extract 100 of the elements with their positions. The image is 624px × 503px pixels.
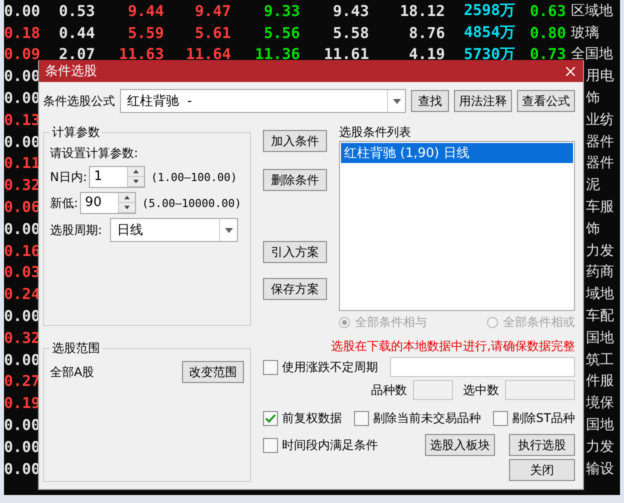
table-cell-text: 11.64 — [184, 45, 231, 64]
table-cell-text: 2598万 — [462, 1, 515, 20]
checkbox-label: 剔除ST品种 — [512, 410, 575, 426]
table-cell-text: 域地 — [586, 285, 615, 304]
toolbar-button[interactable]: 查找 — [411, 90, 449, 112]
spin-down-icon[interactable] — [119, 203, 136, 213]
caret-icon — [392, 98, 400, 104]
window-title: 条件选股 — [45, 63, 97, 80]
close-icon[interactable] — [566, 66, 575, 76]
list-item[interactable]: 红柱背驰 (1,90) 日线 — [341, 143, 573, 163]
table-cell-text: 区域地 — [571, 2, 614, 20]
range-hint: (5.00—10000.00) — [142, 196, 242, 210]
field-label: N日内: — [50, 168, 88, 186]
table-cell-text: 国地 — [586, 328, 615, 347]
table-cell: 0.16 — [4, 242, 40, 260]
table-cell-text: 5.58 — [332, 24, 369, 42]
table-cell-text: 9.43 — [332, 2, 369, 20]
table-cell-text: 4.19 — [408, 45, 445, 64]
table-cell-text: 9.44 — [126, 2, 164, 20]
list-title: 选股条件列表 — [339, 124, 412, 141]
table-cell-text: 泥 — [586, 176, 601, 194]
table-cell-text: 筑工 — [586, 350, 615, 369]
change-scope-button[interactable]: 改变范围 — [182, 361, 244, 383]
toolbar-button[interactable]: 查看公式 — [517, 90, 575, 112]
side-button[interactable]: 引入方案 — [263, 241, 327, 263]
table-cell-text: 饰 — [586, 89, 601, 108]
table-cell-text: 用电 — [586, 67, 615, 86]
action-button[interactable]: 选股入板块 — [425, 434, 495, 456]
table-cell: 0.13 — [4, 110, 40, 129]
group-title: 计算参数 — [51, 124, 101, 141]
radio-label: 全部条件相与 — [355, 314, 427, 331]
spin-up-icon[interactable] — [119, 193, 136, 203]
table-cell: 0.24 — [4, 285, 40, 304]
table-cell-text: 车配 — [586, 307, 615, 326]
count-label: 品种数 — [371, 382, 407, 398]
table-cell-text: 5.61 — [194, 24, 231, 42]
checkbox[interactable] — [354, 410, 369, 426]
table-cell-text: 9.33 — [262, 2, 300, 20]
table-cell-text: 力发 — [586, 242, 615, 260]
table-cell-text: 0.63 — [528, 2, 566, 20]
spin-down-icon[interactable] — [128, 177, 144, 187]
checkbox-label: 前复权数据 — [282, 410, 342, 426]
close-button[interactable]: 关闭 — [509, 459, 575, 481]
checkbox-label: 使用涨跌不定周期 — [282, 358, 378, 376]
checkbox-label: 时间段内满足条件 — [282, 436, 378, 454]
count-field — [413, 380, 453, 400]
table-cell: 0.03 — [4, 263, 40, 282]
side-button[interactable]: 加入条件 — [263, 130, 327, 152]
table-cell-text: 2.07 — [58, 45, 95, 64]
action-button[interactable]: 执行选股 — [509, 434, 575, 456]
table-cell: 0.27 — [4, 372, 40, 390]
number-field[interactable]: 90 — [80, 192, 136, 214]
table-cell-text: 18.12 — [398, 2, 445, 20]
table-cell: 0.32 — [4, 328, 40, 347]
table-cell-text: 饰 — [586, 220, 601, 238]
side-button[interactable]: 删除条件 — [263, 169, 327, 191]
formula-dropdown[interactable]: 红柱背驰 - — [120, 89, 406, 113]
group-title: 选股范围 — [51, 340, 101, 357]
table-cell: 0.19 — [4, 394, 40, 412]
table-cell-text: 0.44 — [58, 24, 95, 42]
table-cell: 0.09 — [4, 45, 40, 64]
scope-value: 全部A股 — [50, 364, 94, 380]
field-label: 条件选股公式 — [43, 92, 115, 110]
table-cell-text: 9.47 — [194, 2, 231, 20]
range-hint: (1.00—100.00) — [151, 170, 238, 184]
checkbox[interactable] — [263, 410, 278, 426]
notice-text: 选股在下载的本地数据中进行,请确保数据完整 — [331, 338, 575, 353]
field-label: 新低: — [50, 194, 78, 212]
table-cell-text: 药商 — [586, 263, 615, 282]
checkbox[interactable] — [263, 360, 278, 374]
spin-up-icon[interactable] — [128, 167, 144, 177]
side-button[interactable]: 保存方案 — [263, 278, 327, 300]
table-cell: 0.32 — [4, 176, 40, 194]
table-cell-text: 0.73 — [528, 45, 566, 64]
checkbox[interactable] — [263, 438, 278, 452]
table-cell-text: 11.61 — [322, 45, 369, 64]
table-cell: 0.18 — [4, 24, 40, 42]
table-cell-text: 国地 — [586, 416, 615, 434]
caret-icon — [224, 228, 233, 232]
radio-label: 全部条件相或 — [503, 314, 575, 331]
table-cell-text: 业纺 — [586, 110, 615, 129]
table-cell-text: 玻璃 — [571, 24, 600, 42]
table-cell-text: 8.76 — [408, 24, 445, 42]
prompt-text: 请设置计算参数: — [50, 145, 140, 162]
table-cell-text: 5.56 — [262, 24, 300, 42]
checkbox[interactable] — [493, 410, 508, 426]
table-cell-text: 0.53 — [58, 2, 95, 20]
count-field — [505, 380, 575, 400]
period-dropdown[interactable]: 日线 — [110, 218, 238, 242]
table-cell-text: 车服 — [586, 198, 615, 216]
table-cell-text: 力发 — [586, 438, 615, 456]
toolbar-button[interactable]: 用法注释 — [454, 90, 512, 112]
table-cell-text: 0.80 — [528, 24, 566, 42]
table-cell-text: 5.59 — [126, 24, 164, 42]
number-field[interactable]: 1 — [89, 166, 146, 188]
count-label: 选中数 — [463, 382, 499, 398]
field-label: 选股周期: — [50, 222, 102, 238]
table-cell: 0.06 — [4, 198, 40, 216]
period-field[interactable] — [390, 357, 575, 377]
table-cell: 0.11 — [4, 154, 40, 172]
